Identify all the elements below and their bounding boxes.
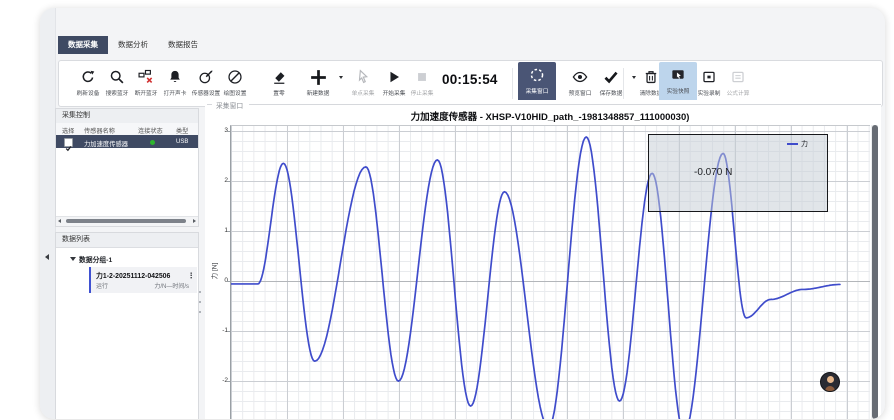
dashed-circle-icon bbox=[529, 65, 545, 85]
toolbar-label: 新建数据 bbox=[307, 88, 330, 97]
toolbar-label: 刷新设备 bbox=[77, 88, 100, 97]
scrollbar-thumb[interactable] bbox=[872, 125, 878, 419]
formula-icon bbox=[730, 67, 746, 87]
legend-line-swatch bbox=[787, 143, 798, 145]
eraser-icon bbox=[271, 67, 287, 87]
sensor-table-row[interactable]: 力加速度传感器 USB bbox=[56, 135, 198, 148]
y-tick-mark bbox=[227, 281, 231, 282]
disconnect-icon bbox=[138, 67, 154, 87]
toolbar-separator bbox=[623, 68, 624, 99]
collect-window-button[interactable]: 采集窗口 bbox=[518, 62, 556, 105]
sensor-settings-icon bbox=[198, 67, 214, 87]
vertical-scrollbar[interactable] bbox=[871, 125, 878, 419]
record-icon bbox=[701, 67, 717, 87]
snapshot-icon bbox=[670, 65, 686, 85]
toolbar-label: 实验快照 bbox=[667, 86, 690, 95]
groupbox-line bbox=[207, 104, 212, 105]
chart-legend[interactable]: 力 bbox=[787, 139, 808, 149]
plot-settings-button[interactable]: 绘图设置 bbox=[215, 64, 255, 103]
app-window: 数据采集 数据分析 数据报告 刷新设备 搜索蓝牙 断开蓝牙 打开声卡 bbox=[40, 8, 885, 419]
plot-settings-icon bbox=[227, 67, 243, 87]
status-dot bbox=[150, 140, 155, 145]
sensor-type: USB bbox=[176, 139, 188, 145]
plot-area[interactable]: 力 [N] -0.070 N 力 3210-1-2 bbox=[230, 125, 870, 419]
play-icon bbox=[386, 67, 402, 87]
avatar-body bbox=[825, 386, 835, 392]
bell-icon bbox=[167, 67, 183, 87]
collect-control-panel: 采集控制 选择 传感器名称 连接状态 类型 力加速度传感器 USB bbox=[55, 108, 199, 227]
toolbar-label: 实验录制 bbox=[698, 88, 721, 97]
legend-label: 力 bbox=[801, 139, 808, 149]
scrollbar-thumb[interactable] bbox=[66, 219, 186, 223]
toolbar-label: 搜索蓝牙 bbox=[106, 88, 129, 97]
toolbar-label: 绘图设置 bbox=[224, 88, 247, 97]
y-tick-mark bbox=[227, 231, 231, 232]
scroll-left-icon[interactable] bbox=[58, 219, 61, 223]
avatar-face bbox=[827, 376, 834, 383]
toolbar-label: 公式计算 bbox=[727, 88, 750, 97]
formula-calc-button[interactable]: 公式计算 bbox=[718, 64, 758, 103]
collect-control-title: 采集控制 bbox=[56, 109, 198, 124]
collapse-panel-arrow-icon[interactable] bbox=[45, 254, 49, 260]
y-tick-mark bbox=[227, 381, 231, 382]
y-tick-mark bbox=[227, 131, 231, 132]
stop-collect-button[interactable]: 停止采集 bbox=[402, 64, 442, 103]
trash-icon bbox=[643, 67, 659, 87]
data-item-axes: 力/N—时间/s bbox=[154, 281, 189, 290]
data-list-panel: 数据列表 数据分组-1 力1-2-20251112-042506 运行 力/N—… bbox=[55, 232, 199, 419]
save-data-button[interactable]: 保存数据 bbox=[591, 64, 631, 103]
scroll-right-icon[interactable] bbox=[193, 219, 196, 223]
toolbar-label: 置零 bbox=[273, 88, 284, 97]
data-item-status: 运行 bbox=[96, 281, 108, 290]
toolbar-label: 停止采集 bbox=[411, 88, 434, 97]
y-tick-mark bbox=[227, 331, 231, 332]
toolbar-label: 打开声卡 bbox=[164, 88, 187, 97]
toolbar-label: 预览窗口 bbox=[569, 88, 592, 97]
main-tab-bar: 数据采集 数据分析 数据报告 bbox=[58, 36, 208, 54]
checkmark-icon bbox=[603, 67, 619, 87]
stop-icon bbox=[414, 67, 430, 87]
data-item-title: 力1-2-20251112-042506 bbox=[96, 270, 170, 280]
col-sensor-name: 传感器名称 bbox=[84, 126, 115, 135]
tab-data-collection[interactable]: 数据采集 bbox=[58, 36, 108, 54]
assistant-avatar-button[interactable] bbox=[820, 372, 840, 392]
panel-splitter[interactable] bbox=[198, 291, 202, 313]
chevron-down-icon bbox=[70, 257, 76, 261]
zero-button[interactable]: 置零 bbox=[259, 64, 299, 103]
col-select: 选择 bbox=[62, 126, 74, 135]
plus-icon bbox=[310, 67, 327, 87]
toolbar-label: 采集窗口 bbox=[526, 86, 549, 95]
toolbar-separator bbox=[512, 68, 513, 99]
sensor-name: 力加速度传感器 bbox=[84, 139, 128, 148]
tab-data-analysis[interactable]: 数据分析 bbox=[108, 36, 158, 54]
toolbar-label: 断开蓝牙 bbox=[135, 88, 158, 97]
search-icon bbox=[109, 67, 125, 87]
data-list-title: 数据列表 bbox=[56, 233, 198, 248]
readout-value: -0.070 N bbox=[694, 167, 732, 178]
new-data-button[interactable]: 新建数据 bbox=[298, 64, 338, 103]
data-group-label: 数据分组-1 bbox=[79, 257, 112, 264]
col-connect-status: 连接状态 bbox=[138, 126, 163, 135]
data-list-item[interactable]: 力1-2-20251112-042506 运行 力/N—时间/s ⋮ bbox=[89, 267, 197, 293]
eye-icon bbox=[572, 67, 588, 87]
groupbox-line bbox=[249, 104, 881, 105]
chart-title: 力加速度传感器 - XHSP-V10HID_path_-1981348857_1… bbox=[230, 109, 870, 123]
left-collapse-strip bbox=[40, 8, 56, 419]
hand-pointer-icon bbox=[355, 67, 371, 87]
horizontal-scrollbar[interactable] bbox=[56, 216, 198, 226]
toolbar-label: 保存数据 bbox=[600, 88, 623, 97]
sensor-checkbox[interactable] bbox=[64, 138, 73, 147]
data-group-row[interactable]: 数据分组-1 bbox=[70, 254, 112, 264]
toolbar-label: 单点采集 bbox=[352, 88, 375, 97]
timer-display: 00:15:54 bbox=[442, 72, 504, 87]
col-type: 类型 bbox=[176, 126, 188, 135]
refresh-icon bbox=[80, 67, 96, 87]
item-menu-icon[interactable]: ⋮ bbox=[188, 271, 196, 280]
chart-panel: 采集窗口 力加速度传感器 - XHSP-V10HID_path_-1981348… bbox=[205, 100, 881, 419]
y-tick-mark bbox=[227, 181, 231, 182]
tab-data-report[interactable]: 数据报告 bbox=[158, 36, 208, 54]
